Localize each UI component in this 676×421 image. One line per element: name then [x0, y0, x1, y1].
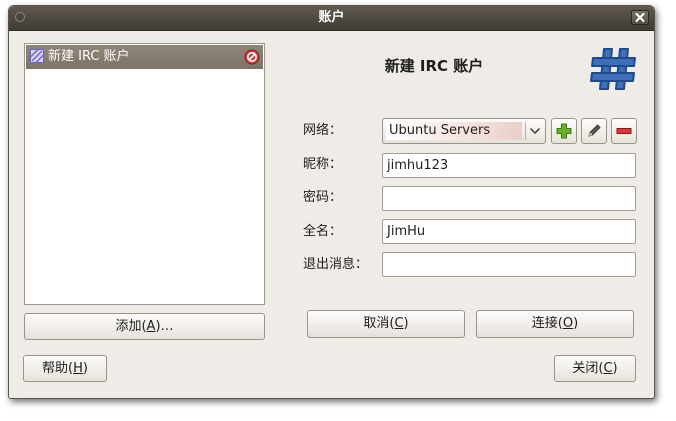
network-label: 网络：	[303, 123, 343, 138]
irc-hash-icon	[590, 48, 636, 90]
account-error-icon[interactable]	[244, 49, 260, 65]
fullname-input[interactable]: JimHu	[382, 219, 636, 244]
plus-icon	[556, 123, 572, 139]
connect-button[interactable]: 连接(O)	[476, 310, 634, 338]
remove-network-button[interactable]	[611, 118, 637, 144]
title-bar[interactable]: 账户	[9, 6, 654, 31]
window-title: 账户	[318, 10, 345, 25]
network-select[interactable]: Ubuntu Servers	[382, 118, 546, 144]
add-account-button[interactable]: 添加(A)…	[24, 313, 265, 340]
add-button-text: 添加(	[115, 319, 147, 334]
cancel-button-text: 取消(	[363, 316, 395, 331]
close-button[interactable]: 关闭(C)	[554, 355, 636, 382]
connect-button-suffix: )	[573, 316, 579, 331]
close-button-suffix: )	[612, 361, 618, 376]
combo-separator	[525, 122, 526, 140]
list-item[interactable]: 新建 IRC 账户	[26, 45, 263, 69]
accounts-window: 账户 新建 IRC 账户 添加(A)… 帮助(H) 新建 IRC 账户 网络： …	[8, 5, 655, 399]
help-button-suffix: )	[82, 361, 88, 376]
chevron-down-icon	[529, 127, 541, 135]
add-network-button[interactable]	[551, 118, 577, 144]
password-input[interactable]	[382, 186, 636, 211]
close-icon	[635, 13, 645, 22]
quit-message-label: 退出消息：	[303, 257, 369, 272]
page-title: 新建 IRC 账户	[384, 57, 484, 75]
help-button-text: 帮助(	[42, 361, 74, 376]
accounts-list[interactable]: 新建 IRC 账户	[24, 43, 265, 305]
help-button[interactable]: 帮助(H)	[23, 355, 107, 382]
quit-message-input[interactable]	[382, 252, 636, 277]
close-button-mnemonic: C	[603, 361, 613, 376]
network-select-value: Ubuntu Servers	[386, 122, 522, 140]
account-label: 新建 IRC 账户	[48, 49, 130, 64]
connect-button-mnemonic: O	[562, 316, 574, 331]
close-button-text: 关闭(	[572, 361, 604, 376]
fullname-label: 全名：	[303, 224, 343, 239]
pencil-icon	[588, 124, 601, 137]
password-label: 密码：	[303, 190, 343, 205]
connect-button-text: 连接(	[531, 316, 563, 331]
cancel-button-mnemonic: C	[394, 316, 404, 331]
nickname-label: 昵称：	[303, 157, 343, 172]
window-close-button[interactable]	[631, 10, 649, 25]
edit-network-button[interactable]	[581, 118, 607, 144]
nickname-input[interactable]: jimhu123	[382, 153, 636, 178]
irc-account-icon	[30, 49, 44, 63]
cancel-button[interactable]: 取消(C)	[307, 310, 465, 338]
add-button-suffix: )…	[155, 319, 174, 334]
minus-icon	[616, 128, 632, 134]
cancel-button-suffix: )	[403, 316, 409, 331]
help-button-mnemonic: H	[73, 361, 83, 376]
